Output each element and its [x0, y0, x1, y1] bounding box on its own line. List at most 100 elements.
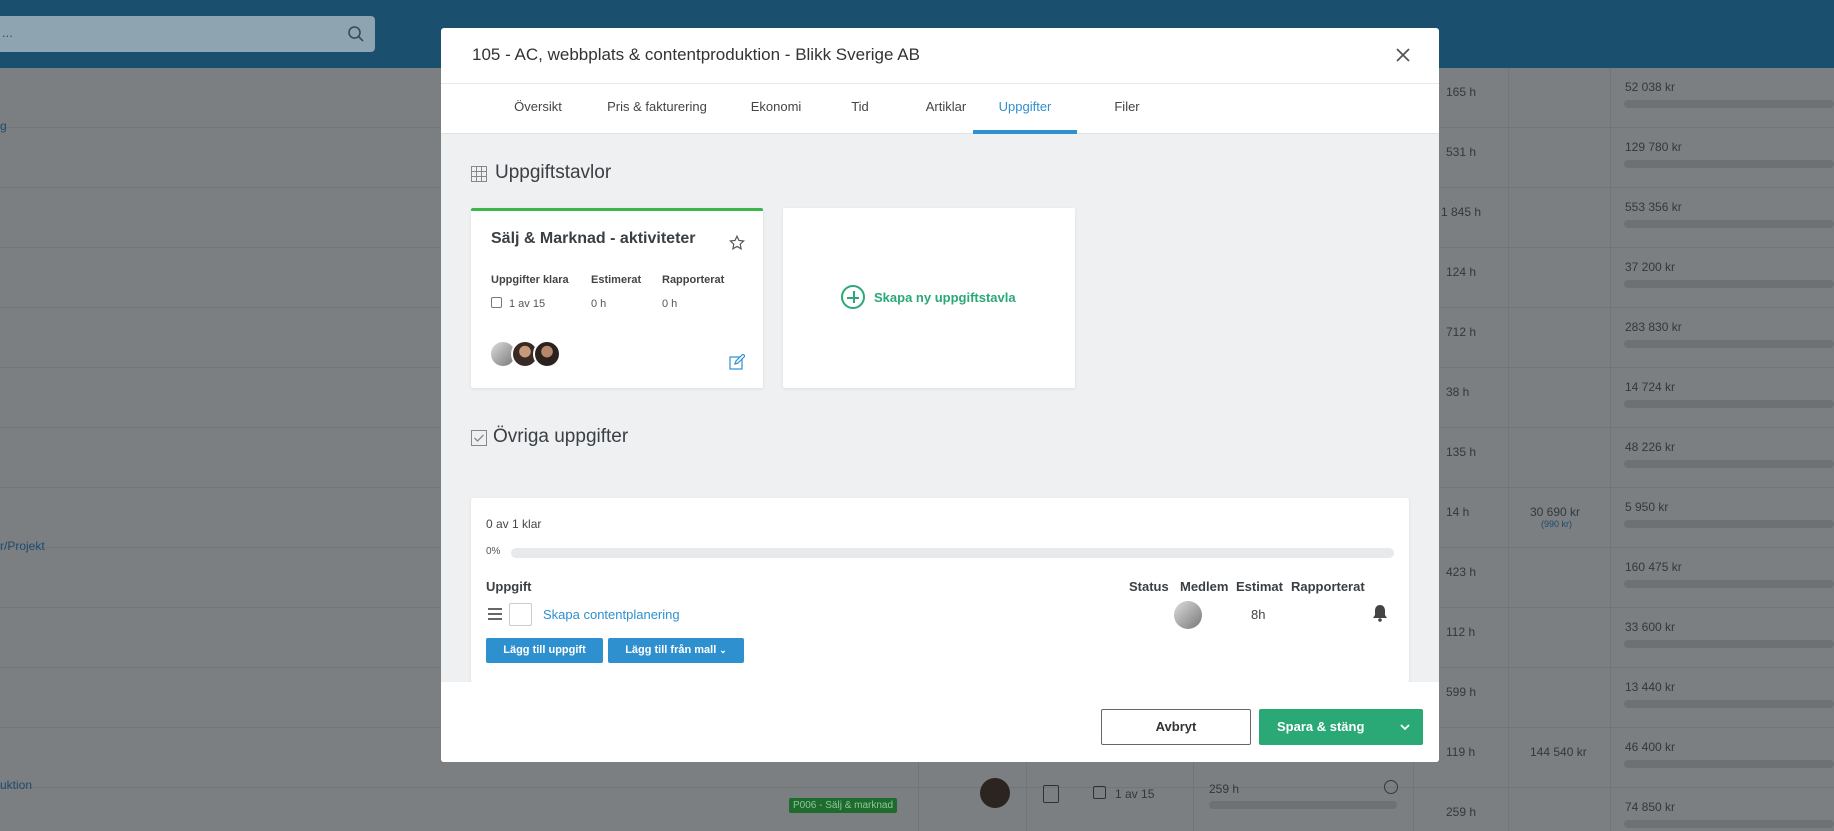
document-icon	[1043, 785, 1059, 803]
search-input[interactable]: ...	[0, 16, 375, 52]
background-hours: 14 h	[1446, 505, 1470, 519]
modal-title: 105 - AC, webbplats & contentproduktion …	[472, 45, 920, 64]
header-status: Status	[1129, 579, 1169, 594]
background-progress-bar	[1624, 820, 1834, 828]
background-hours: 112 h	[1446, 625, 1476, 639]
background-hours: 165 h	[1446, 85, 1477, 99]
search-icon[interactable]	[347, 25, 365, 43]
background-amount: 13 440 kr	[1625, 680, 1676, 694]
save-close-button[interactable]: Spara & stäng	[1259, 709, 1423, 745]
other-tasks-card: 0 av 1 klar 0% Uppgift Status Medlem Est…	[471, 498, 1409, 682]
background-progress-bar	[1624, 640, 1834, 648]
estimated-value: 0 h	[591, 298, 607, 310]
header-estimate: Estimat	[1236, 579, 1283, 594]
close-icon[interactable]	[1393, 45, 1413, 65]
task-checkbox[interactable]	[509, 603, 532, 626]
modal-tabs: Översikt Pris & fakturering Ekonomi Tid …	[441, 84, 1439, 134]
tab-uppgifter[interactable]: Uppgifter	[973, 84, 1077, 134]
background-project-tag: P006 - Sälj & marknad	[789, 798, 898, 813]
background-row: 259 h 74 850 kr	[0, 788, 1834, 831]
reported-value: 0 h	[662, 298, 678, 310]
add-from-template-label: Lägg till från mall	[625, 644, 717, 656]
background-progress-bar	[1624, 160, 1834, 168]
tab-tid[interactable]: Tid	[826, 84, 894, 134]
tasks-done-label: Uppgifter klara	[491, 274, 569, 286]
header-reported: Rapporterat	[1291, 579, 1365, 594]
checkbox-icon	[471, 430, 487, 446]
edit-icon[interactable]	[729, 354, 745, 370]
progress-bar	[511, 548, 1394, 558]
background-hours: 599 h	[1446, 685, 1477, 699]
task-estimate[interactable]: 8h	[1251, 607, 1265, 622]
background-progress-bar	[1624, 100, 1834, 108]
background-hours: 259 h	[1446, 805, 1477, 819]
create-board-label: Skapa ny uppgiftstavla	[874, 290, 1016, 305]
background-hours: 712 h	[1446, 325, 1477, 339]
chevron-down-icon: ⌄	[719, 645, 727, 655]
checkbox-icon	[1093, 786, 1106, 799]
bell-icon[interactable]	[1372, 604, 1388, 622]
background-progress-bar	[1624, 220, 1834, 228]
tab-oversikt[interactable]: Översikt	[488, 84, 588, 134]
other-tasks-title: Övriga uppgifter	[493, 426, 629, 447]
reported-label: Rapporterat	[662, 274, 725, 286]
background-progress-bar	[1624, 700, 1834, 708]
cancel-button[interactable]: Avbryt	[1101, 709, 1251, 745]
chevron-down-icon[interactable]	[1387, 709, 1423, 745]
background-amount: 74 850 kr	[1625, 800, 1676, 814]
background-hours: 423 h	[1446, 565, 1477, 579]
background-amount: 553 356 kr	[1625, 200, 1682, 214]
modal-header: 105 - AC, webbplats & contentproduktion …	[441, 28, 1439, 84]
header-task: Uppgift	[486, 579, 532, 594]
background-amount: 48 226 kr	[1625, 440, 1676, 454]
background-link[interactable]: uktion	[0, 778, 32, 792]
add-icon[interactable]	[1384, 780, 1398, 794]
background-amount: 37 200 kr	[1625, 260, 1676, 274]
checkbox-icon	[491, 297, 502, 308]
tab-pris-fakturering[interactable]: Pris & fakturering	[588, 84, 726, 134]
background-link[interactable]: r/Projekt	[0, 539, 45, 553]
member-avatar[interactable]	[1174, 601, 1202, 629]
background-sub-amount: (990 kr)	[1541, 519, 1573, 529]
grid-icon	[471, 166, 487, 182]
background-hours-reported: 259 h	[1209, 782, 1240, 796]
background-amount: 14 724 kr	[1625, 380, 1676, 394]
tasks-done-value: 1 av 15	[509, 298, 546, 310]
star-icon[interactable]	[729, 235, 745, 251]
background-progress-bar	[1624, 340, 1834, 348]
background-progress-bar	[1624, 400, 1834, 408]
project-modal: 105 - AC, webbplats & contentproduktion …	[441, 28, 1439, 762]
add-from-template-button[interactable]: Lägg till från mall ⌄	[608, 638, 744, 663]
tab-filer[interactable]: Filer	[1077, 84, 1177, 134]
add-task-button[interactable]: Lägg till uppgift	[486, 638, 603, 663]
progress-percent: 0%	[486, 546, 501, 557]
search-text: ...	[2, 25, 13, 40]
background-hours: 124 h	[1446, 265, 1477, 279]
task-name-link[interactable]: Skapa contentplanering	[543, 607, 680, 622]
task-board-card[interactable]: Sälj & Marknad - aktiviteter Uppgifter k…	[471, 208, 763, 388]
background-amount: 33 600 kr	[1625, 620, 1676, 634]
background-hours: 1 845 h	[1441, 205, 1482, 219]
background-progress-bar	[1624, 520, 1834, 528]
create-board-card[interactable]: Skapa ny uppgiftstavla	[783, 208, 1075, 388]
tasks-done-summary: 0 av 1 klar	[486, 517, 542, 531]
background-progress-bar	[1624, 760, 1834, 768]
background-hours: 38 h	[1446, 385, 1470, 399]
background-amount: 129 780 kr	[1625, 140, 1682, 154]
drag-handle-icon[interactable]	[488, 608, 502, 620]
avatar	[533, 340, 561, 368]
tab-ekonomi[interactable]: Ekonomi	[726, 84, 826, 134]
background-amount: 52 038 kr	[1625, 80, 1676, 94]
modal-body: Uppgiftstavlor Sälj & Marknad - aktivite…	[441, 134, 1439, 682]
save-close-label: Spara & stäng	[1277, 719, 1365, 734]
board-name: Sälj & Marknad - aktiviteter	[491, 230, 696, 247]
boards-section-title: Uppgiftstavlor	[495, 162, 612, 183]
background-tasks-count: 1 av 15	[1115, 787, 1155, 801]
plus-circle-icon	[841, 285, 865, 309]
background-progress-bar	[1624, 460, 1834, 468]
background-amount: 160 475 kr	[1625, 560, 1682, 574]
background-progress-bar	[1624, 280, 1834, 288]
background-hours: 135 h	[1446, 445, 1477, 459]
background-link[interactable]: g	[0, 119, 7, 133]
estimated-label: Estimerat	[591, 274, 642, 286]
